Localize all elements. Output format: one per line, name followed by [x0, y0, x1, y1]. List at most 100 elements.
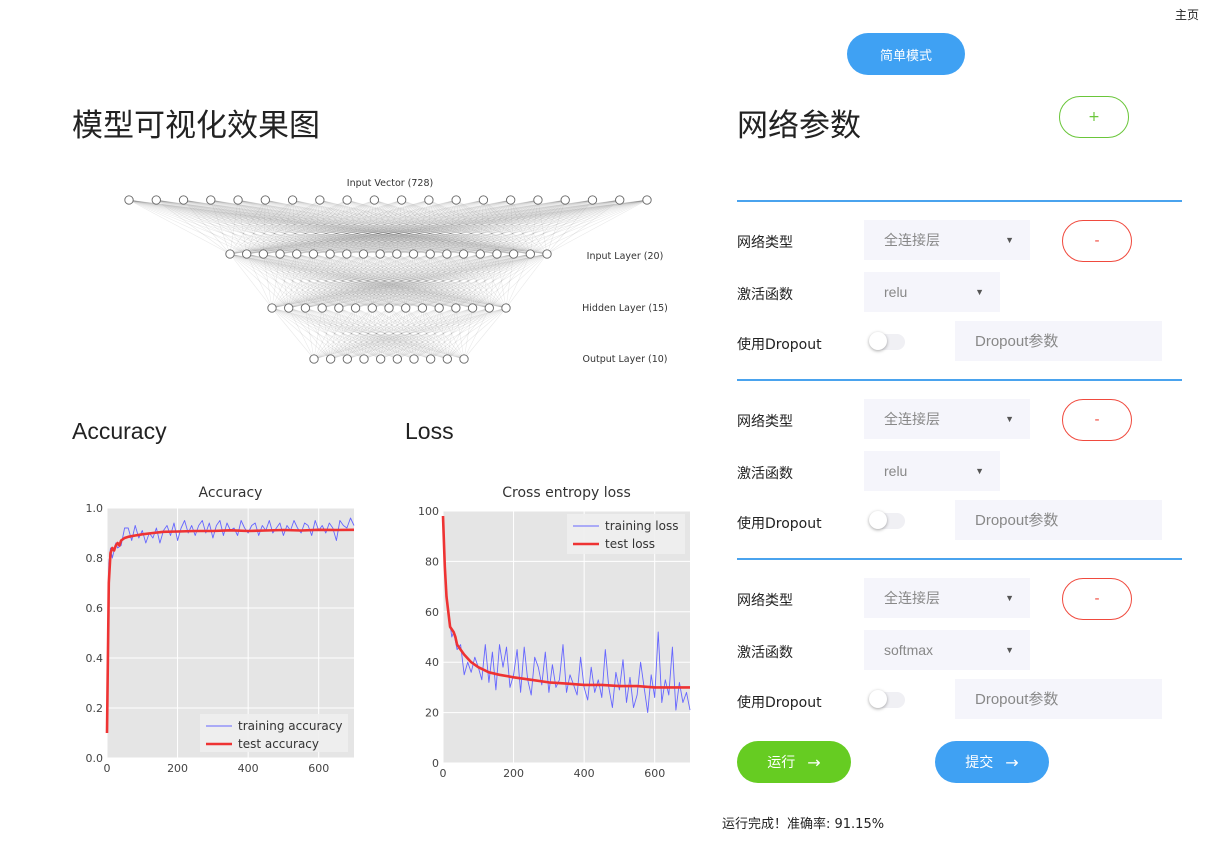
- dropout-input[interactable]: [955, 500, 1162, 540]
- dropout-label: 使用Dropout: [737, 695, 822, 711]
- chevron-down-icon: ▼: [1005, 645, 1014, 655]
- remove-layer-button[interactable]: -: [1062, 578, 1132, 620]
- remove-layer-button[interactable]: -: [1062, 399, 1132, 441]
- network-type-select[interactable]: 全连接层 ▼: [864, 399, 1030, 439]
- network-node: [242, 249, 252, 259]
- activation-label: 激活函数: [737, 466, 793, 482]
- network-node: [151, 195, 161, 205]
- x-tick-label: 200: [167, 762, 188, 775]
- home-link[interactable]: 主页: [1175, 6, 1199, 23]
- accuracy-heading: Accuracy: [72, 418, 167, 444]
- dropout-input[interactable]: [955, 321, 1162, 361]
- network-node: [225, 249, 235, 259]
- submit-button[interactable]: 提交 →: [935, 741, 1049, 783]
- toggle-knob: [869, 511, 887, 529]
- network-layer-label: Input Vector (728): [347, 178, 433, 189]
- network-node: [309, 354, 319, 364]
- network-type-select[interactable]: 全连接层 ▼: [864, 220, 1030, 260]
- network-node: [267, 303, 277, 313]
- network-node: [178, 195, 189, 205]
- legend-label: test loss: [605, 537, 655, 551]
- loss-heading: Loss: [405, 418, 454, 444]
- network-node: [287, 195, 298, 205]
- add-layer-button[interactable]: +: [1059, 96, 1129, 138]
- activation-value: relu: [884, 284, 908, 300]
- loss-chart: Cross entropy loss 0 20 40 60 80 100 0 200 400 600…: [418, 485, 691, 780]
- network-node: [409, 354, 419, 364]
- network-node: [326, 354, 336, 364]
- activation-value: relu: [884, 463, 908, 479]
- layer-divider: [737, 558, 1182, 560]
- remove-layer-button[interactable]: -: [1062, 220, 1132, 262]
- x-tick-label: 0: [440, 767, 447, 780]
- network-node: [560, 195, 570, 205]
- network-node: [484, 303, 494, 313]
- x-tick-label: 600: [644, 767, 665, 780]
- network-node: [342, 354, 352, 364]
- network-type-label: 网络类型: [737, 593, 793, 609]
- activation-select[interactable]: relu ▼: [864, 272, 1000, 312]
- y-tick-label: 100: [418, 505, 439, 518]
- network-node: [384, 303, 394, 313]
- x-tick-label: 0: [104, 762, 111, 775]
- activation-select[interactable]: softmax ▼: [864, 630, 1030, 670]
- network-node: [275, 249, 285, 259]
- y-tick-label: 20: [425, 707, 439, 720]
- network-node: [350, 303, 361, 313]
- network-type-value: 全连接层: [884, 590, 940, 606]
- page-title: 模型可视化效果图: [72, 108, 320, 144]
- network-node: [376, 354, 386, 364]
- network-node: [396, 195, 407, 205]
- network-node: [358, 249, 369, 259]
- network-node: [392, 354, 402, 364]
- network-diagram: Input Vector (728) Input Layer (20) Hidden…: [124, 178, 668, 365]
- run-button[interactable]: 运行 →: [737, 741, 851, 783]
- network-node: [258, 249, 269, 259]
- submit-button-label: 提交: [965, 755, 994, 771]
- network-layer-label: Output Layer (10): [582, 354, 667, 365]
- dropout-label: 使用Dropout: [737, 516, 822, 532]
- chart-title: Cross entropy loss: [502, 485, 630, 501]
- network-node: [233, 195, 243, 205]
- network-node: [317, 303, 327, 313]
- dropout-toggle[interactable]: [869, 690, 905, 708]
- y-tick-label: 0.2: [86, 702, 104, 715]
- chart-title: Accuracy: [199, 485, 263, 501]
- chevron-down-icon: ▼: [1005, 593, 1014, 603]
- y-tick-label: 0.0: [86, 752, 104, 765]
- network-node: [369, 195, 380, 205]
- dropout-toggle[interactable]: [869, 332, 905, 350]
- legend-label: test accuracy: [238, 737, 319, 751]
- y-tick-label: 0.8: [86, 552, 104, 565]
- network-node: [334, 303, 344, 313]
- network-node: [206, 195, 216, 205]
- y-tick-label: 0: [432, 757, 439, 770]
- network-node: [442, 249, 452, 259]
- network-layer-label: Input Layer (20): [587, 251, 664, 262]
- network-node: [408, 249, 419, 259]
- chevron-down-icon: ▼: [1005, 414, 1014, 424]
- activation-select[interactable]: relu ▼: [864, 451, 1000, 491]
- network-type-value: 全连接层: [884, 411, 940, 427]
- network-node: [401, 303, 411, 313]
- toggle-knob: [869, 690, 887, 708]
- network-node: [533, 195, 543, 205]
- network-type-select[interactable]: 全连接层 ▼: [864, 578, 1030, 618]
- layer-divider: [737, 379, 1182, 381]
- x-tick-label: 400: [574, 767, 595, 780]
- dropout-toggle[interactable]: [869, 511, 905, 529]
- network-node: [451, 195, 461, 205]
- chevron-down-icon: ▼: [1005, 235, 1014, 245]
- network-edges: [128, 199, 648, 360]
- network-node: [342, 195, 352, 205]
- network-node: [392, 249, 402, 259]
- dropout-input[interactable]: [955, 679, 1162, 719]
- simple-mode-button[interactable]: 简单模式: [847, 33, 965, 75]
- accuracy-chart: Accuracy 0.0 0.2 0.4 0.6 0.8 1.0 0 200 400 600 trai…: [86, 485, 355, 775]
- network-node: [615, 195, 625, 205]
- network-node: [284, 303, 294, 313]
- network-node: [458, 249, 469, 259]
- network-node: [451, 303, 461, 313]
- network-node: [459, 354, 469, 364]
- network-node: [587, 195, 598, 205]
